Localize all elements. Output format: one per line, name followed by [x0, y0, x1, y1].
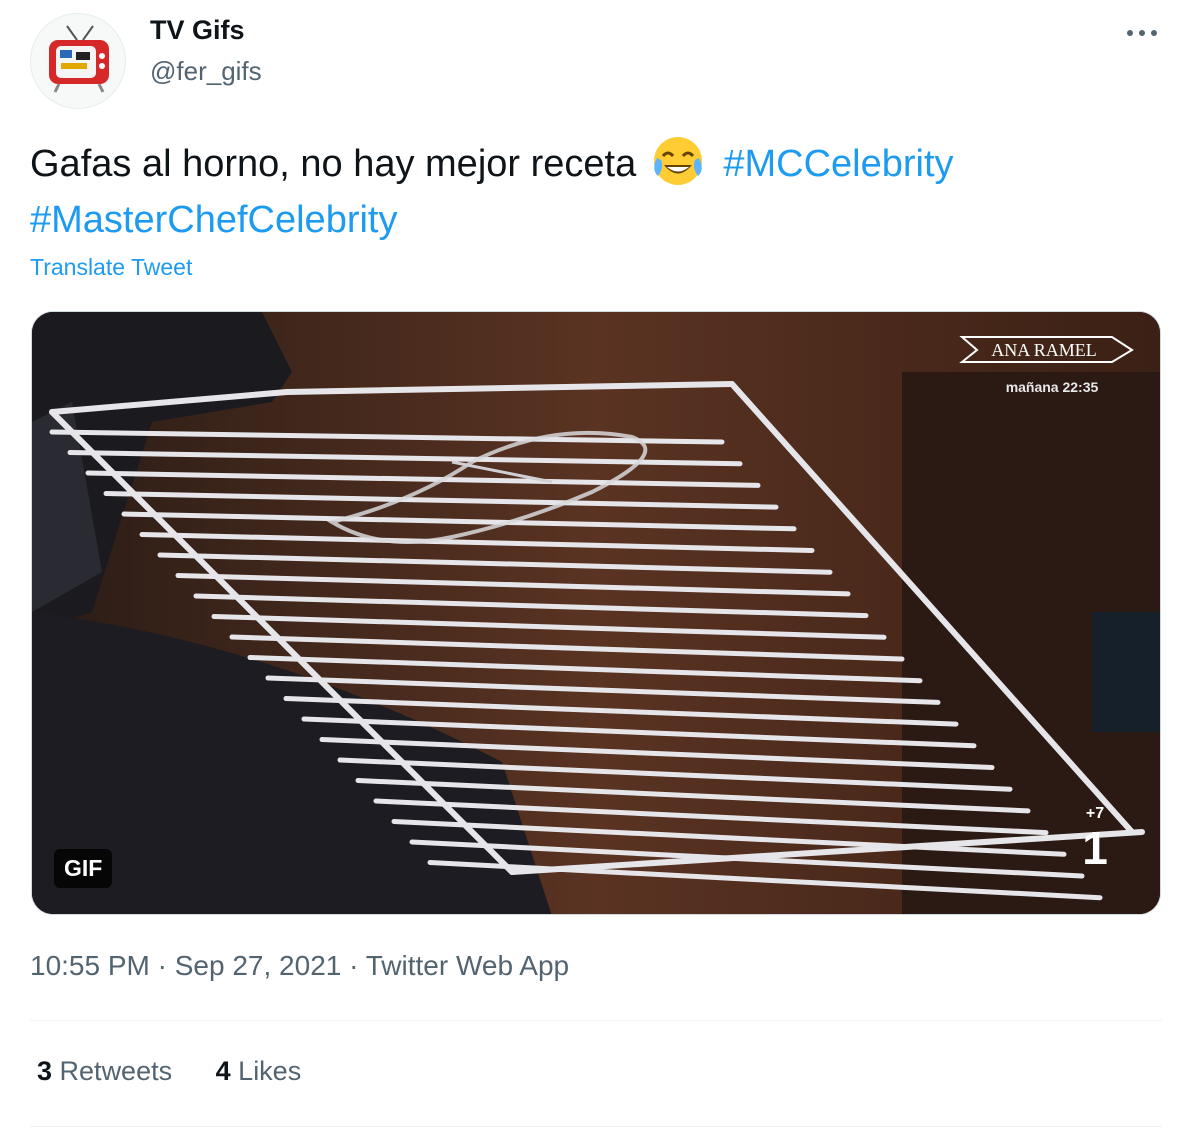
translate-tweet-link[interactable]: Translate Tweet [30, 254, 192, 281]
tweet-stats: 3 Retweets 4 Likes [37, 1056, 337, 1087]
tweet-time[interactable]: 10:55 PM [30, 950, 150, 981]
hashtag-link-mccelebrity[interactable]: #MCCelebrity [723, 143, 953, 185]
retweets-label: Retweets [59, 1056, 173, 1086]
meta-separator: · [349, 950, 359, 981]
gif-frame: ANA RAMEL mañana 22:35 +7 1 [32, 312, 1160, 914]
tweet-meta: 10:55 PM · Sep 27, 2021 · Twitter Web Ap… [30, 950, 569, 982]
channel-plus: +7 [1086, 805, 1104, 822]
face-with-tears-of-joy-icon [649, 132, 707, 190]
retro-tv-icon [49, 25, 109, 93]
tweet-media-gif[interactable]: ANA RAMEL mañana 22:35 +7 1 GIF [31, 311, 1161, 915]
tweet-date[interactable]: Sep 27, 2021 [175, 950, 342, 981]
channel-logo: 1 [1082, 822, 1108, 874]
author-avatar[interactable] [30, 13, 126, 109]
likes-label: Likes [238, 1056, 302, 1086]
divider [30, 1126, 1162, 1127]
meta-separator: · [157, 950, 167, 981]
gif-badge: GIF [54, 849, 113, 888]
tweet-body: Gafas al horno, no hay mejor receta [30, 143, 637, 185]
retweets-stat[interactable]: 3 Retweets [37, 1056, 172, 1086]
retweets-count: 3 [37, 1056, 53, 1086]
tweet-text: Gafas al horno, no hay mejor receta #MCC… [30, 132, 1160, 248]
likes-stat[interactable]: 4 Likes [216, 1056, 302, 1086]
likes-count: 4 [215, 1056, 231, 1086]
author-name[interactable]: TV Gifs [150, 15, 245, 46]
more-icon [1127, 30, 1157, 36]
overlay-title: ANA RAMEL [991, 340, 1097, 360]
tweet-source[interactable]: Twitter Web App [366, 950, 569, 981]
more-options-button[interactable] [1120, 18, 1164, 48]
divider [30, 1020, 1162, 1021]
author-handle[interactable]: @fer_gifs [150, 56, 262, 87]
overlay-time: mañana 22:35 [1006, 379, 1099, 395]
hashtag-link-masterchefcelebrity[interactable]: #MasterChefCelebrity [30, 199, 397, 241]
